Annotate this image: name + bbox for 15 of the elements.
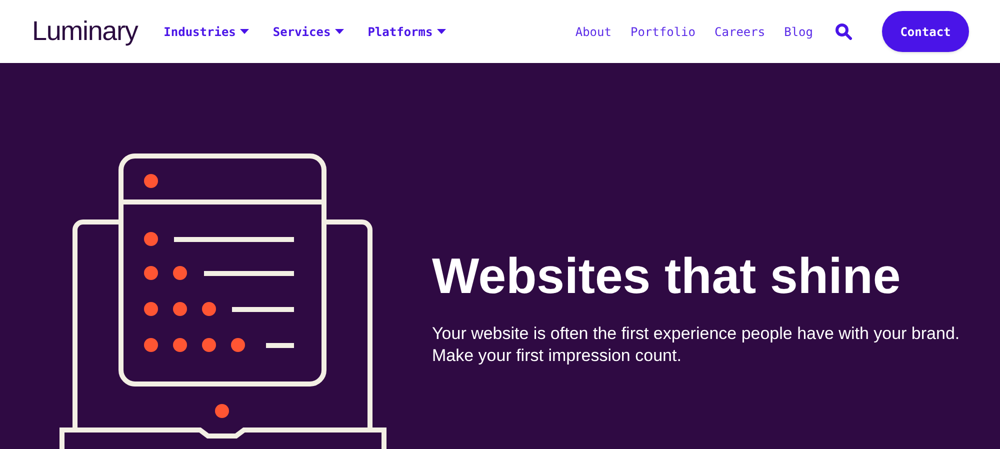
nav-dropdown[interactable]: Platforms [368,22,446,40]
nav-link[interactable]: Portfolio [630,22,696,40]
nav-dropdown[interactable]: Industries [164,22,249,40]
hero-title: Websites that shine [432,251,902,301]
search-icon[interactable] [835,23,852,40]
nav-link[interactable]: Blog [784,22,813,40]
caret-icon [334,29,344,34]
nav-link[interactable]: About [575,22,612,40]
nav-dropdown[interactable]: Services [272,22,344,40]
caret-icon [240,29,249,34]
logo[interactable]: Luminary [32,18,138,45]
hero-text: Your website is often the first experience people have with your brand. Make your first impression count. [432,323,961,367]
caret-icon [436,29,446,34]
nav-link[interactable]: Careers [714,22,766,40]
contact-button[interactable]: Contact [882,11,969,52]
